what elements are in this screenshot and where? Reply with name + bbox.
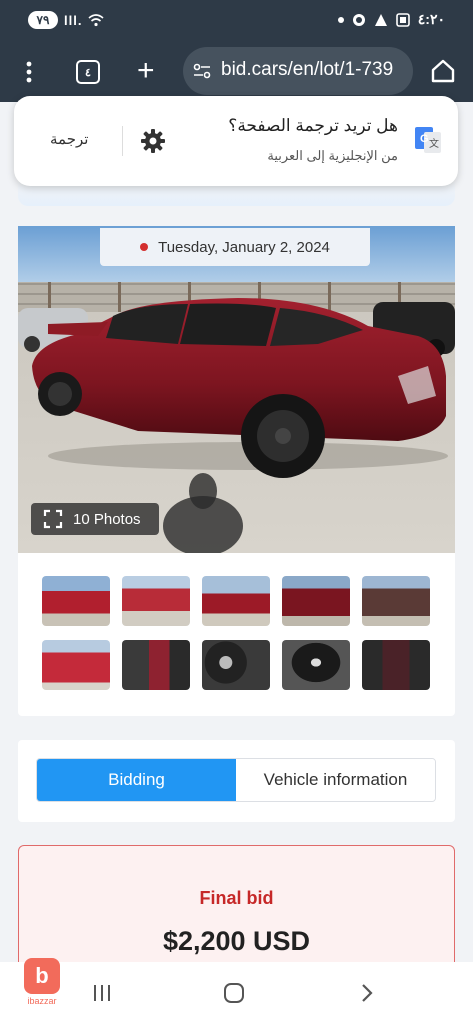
- thumbnail[interactable]: [122, 576, 190, 626]
- google-translate-icon: G文: [415, 127, 441, 153]
- status-right: ٤:٢٠: [337, 11, 445, 28]
- photos-button-label: 10 Photos: [73, 510, 141, 528]
- status-bar: ٧٩ lll. ٤:٢٠: [0, 0, 473, 40]
- home-icon[interactable]: [430, 58, 456, 84]
- thumbnail[interactable]: [202, 576, 270, 626]
- translate-subtitle: من الإنجليزية إلى العربية: [267, 148, 398, 163]
- back-icon[interactable]: [357, 983, 377, 1003]
- thumbnail[interactable]: [362, 640, 430, 690]
- auction-date: Tuesday, January 2, 2024: [100, 228, 370, 266]
- new-tab-button[interactable]: +: [137, 56, 155, 86]
- screenshot-icon: [395, 12, 410, 27]
- main-photo[interactable]: Tuesday, January 2, 2024 10 Photos: [18, 226, 455, 553]
- auction-date-text: Tuesday, January 2, 2024: [158, 238, 330, 256]
- ibazzar-watermark: b ibazzar: [22, 958, 62, 1016]
- alert-icon: [374, 13, 387, 26]
- battery-indicator: ٧٩: [28, 11, 58, 29]
- thumbnail[interactable]: [282, 640, 350, 690]
- info-tabs: Bidding Vehicle information: [36, 758, 436, 802]
- signal-icon: lll.: [64, 12, 83, 28]
- thumbnail[interactable]: [362, 576, 430, 626]
- live-dot-icon: [140, 243, 149, 251]
- translate-button[interactable]: ترجمة: [50, 130, 88, 148]
- site-settings-icon[interactable]: [193, 63, 211, 79]
- thumbnail[interactable]: [42, 576, 110, 626]
- gear-icon[interactable]: [140, 128, 166, 154]
- ibazzar-logo-icon: b: [24, 958, 60, 994]
- tab-bidding[interactable]: Bidding: [37, 759, 236, 801]
- whatsapp-icon: [352, 13, 365, 26]
- final-bid-card: Final bid $2,200 USD: [18, 845, 455, 975]
- ibazzar-text: ibazzar: [27, 996, 57, 1006]
- status-left: ٧٩ lll.: [28, 11, 104, 29]
- photos-button[interactable]: 10 Photos: [31, 503, 159, 535]
- thumbnail[interactable]: [122, 640, 190, 690]
- info-tabs-card: Bidding Vehicle information: [18, 740, 455, 822]
- thumbnail[interactable]: [282, 576, 350, 626]
- final-bid-label: Final bid: [199, 888, 274, 908]
- divider: [122, 126, 123, 156]
- final-bid-value: $2,200 USD: [162, 926, 311, 956]
- more-menu-icon[interactable]: [22, 60, 36, 84]
- tab-vehicle-information[interactable]: Vehicle information: [236, 759, 435, 801]
- recent-apps-icon[interactable]: [92, 984, 112, 1002]
- photo-gallery-card: Tuesday, January 2, 2024 10 Photos: [18, 226, 455, 716]
- translate-prompt: ترجمة هل تريد ترجمة الصفحة؟ من الإنجليزي…: [14, 96, 458, 186]
- translate-title: هل تريد ترجمة الصفحة؟: [228, 116, 398, 135]
- thumbnail[interactable]: [202, 640, 270, 690]
- home-button-icon[interactable]: [224, 983, 244, 1003]
- system-nav-bar: [0, 962, 473, 1024]
- thumbnail[interactable]: [42, 640, 110, 690]
- url-text[interactable]: bid.cars/en/lot/1-739: [221, 59, 393, 81]
- clock: ٤:٢٠: [417, 11, 445, 27]
- fullscreen-icon: [43, 509, 63, 529]
- svg-text:文: 文: [429, 137, 439, 150]
- address-bar[interactable]: bid.cars/en/lot/1-739: [183, 47, 413, 95]
- svg-text:G: G: [420, 133, 429, 145]
- browser-toolbar: ٤ + bid.cars/en/lot/1-739: [0, 40, 473, 102]
- notification-dot-icon: [337, 16, 344, 23]
- tab-switcher-button[interactable]: ٤: [76, 60, 100, 84]
- wifi-icon: [88, 14, 104, 27]
